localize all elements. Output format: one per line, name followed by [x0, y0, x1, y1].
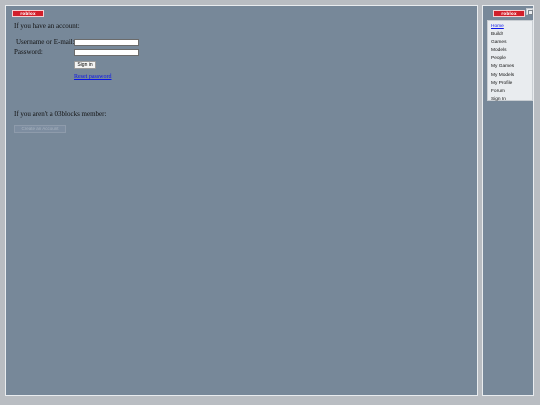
- nav-item-sign-in[interactable]: Sign In: [488, 96, 532, 104]
- nav-item-home[interactable]: Home: [488, 23, 532, 31]
- reset-password-link[interactable]: Reset password: [74, 73, 112, 81]
- logo[interactable]: roblox: [12, 10, 44, 17]
- nav-item-my-profile[interactable]: My Profile: [488, 80, 532, 88]
- nav-item-models[interactable]: Models: [488, 47, 532, 55]
- nav-item-forum[interactable]: Forum: [488, 88, 532, 96]
- password-label: Password:: [14, 48, 43, 56]
- sidebar-logo[interactable]: roblox: [493, 10, 525, 17]
- username-input[interactable]: [74, 39, 139, 46]
- nav-item-my-models[interactable]: My Models: [488, 72, 532, 80]
- password-input[interactable]: [74, 49, 139, 56]
- signup-heading: If you aren't a 03blocks member:: [14, 110, 107, 118]
- username-label: Username or E-mail:: [16, 38, 75, 46]
- collapse-toggle-icon[interactable]: [526, 8, 533, 15]
- nav-item-build[interactable]: Build!: [488, 31, 532, 39]
- nav-item-my-games[interactable]: My Games: [488, 63, 532, 71]
- nav-item-people[interactable]: People: [488, 55, 532, 63]
- nav-menu: Home Build! Games Models People My Games…: [487, 20, 533, 104]
- sign-in-button[interactable]: Sign in: [74, 61, 96, 69]
- main-panel: roblox If you have an account: Username …: [5, 5, 478, 396]
- create-account-button[interactable]: Create an Account: [14, 125, 66, 133]
- login-heading: If you have an account:: [14, 22, 80, 30]
- nav-item-games[interactable]: Games: [488, 39, 532, 47]
- sidebar: roblox Home Build! Games Models People M…: [482, 5, 534, 396]
